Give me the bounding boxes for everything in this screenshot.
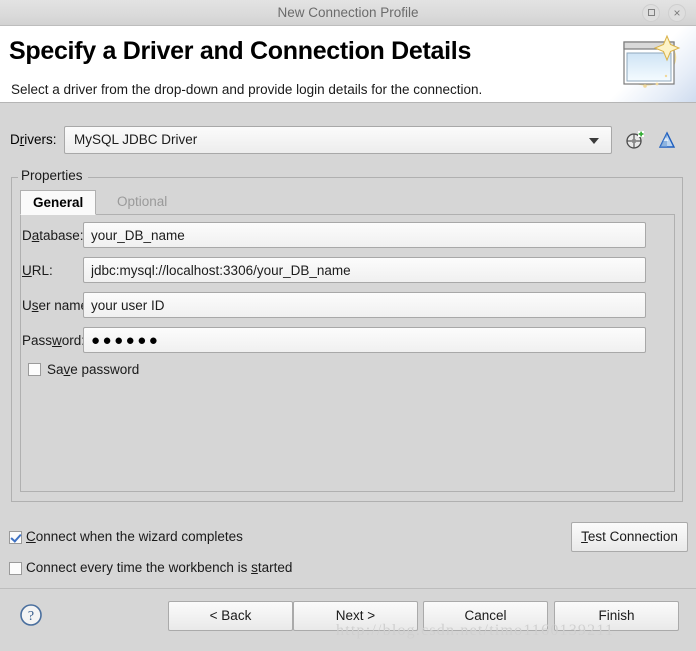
drivers-selected-value: MySQL JDBC Driver	[74, 132, 198, 147]
svg-text:?: ?	[28, 609, 34, 624]
finish-button-label: Finish	[598, 608, 635, 623]
window-title: New Connection Profile	[277, 5, 419, 20]
cancel-button[interactable]: Cancel	[423, 601, 548, 631]
page-title: Specify a Driver and Connection Details	[9, 37, 472, 65]
database-label: Database:	[22, 228, 84, 243]
chevron-down-icon	[589, 138, 599, 144]
password-input[interactable]: ●●●●●●	[83, 327, 646, 353]
tab-optional[interactable]: Optional	[105, 190, 179, 215]
username-input[interactable]	[83, 292, 646, 318]
tab-general[interactable]: General	[20, 190, 97, 215]
test-connection-label: Test Connection	[581, 529, 678, 544]
save-password-checkbox[interactable]	[28, 363, 41, 376]
url-label: URL:	[22, 263, 53, 278]
tab-general-label: General	[33, 195, 84, 210]
next-button[interactable]: Next >	[293, 601, 418, 631]
connect-on-startup-checkbox[interactable]	[9, 562, 22, 575]
connect-on-complete-label: Connect when the wizard completes	[26, 529, 243, 544]
tab-bar: General Optional	[20, 190, 675, 215]
drivers-dropdown[interactable]: MySQL JDBC Driver	[64, 126, 612, 154]
close-button[interactable]: ×	[668, 4, 686, 22]
maximize-icon	[647, 8, 655, 16]
close-icon: ×	[673, 6, 681, 20]
save-password-label: Save password	[47, 362, 140, 377]
wizard-header: Specify a Driver and Connection Details …	[0, 26, 696, 103]
new-connection-profile-dialog: New Connection Profile × Specify a Drive…	[0, 0, 696, 651]
back-button-label: < Back	[209, 608, 252, 623]
cancel-button-label: Cancel	[464, 608, 507, 623]
help-icon[interactable]: ?	[18, 602, 44, 628]
title-bar: New Connection Profile ×	[0, 0, 696, 26]
new-driver-icon[interactable]	[625, 130, 645, 150]
maximize-button[interactable]	[642, 4, 660, 22]
connect-on-startup-label: Connect every time the workbench is star…	[26, 560, 293, 575]
edit-driver-icon[interactable]	[657, 130, 677, 150]
tab-optional-label: Optional	[117, 194, 168, 209]
new-wizard-banner-icon	[610, 26, 696, 102]
properties-group-label: Properties	[19, 168, 85, 183]
test-connection-button[interactable]: Test Connection	[571, 522, 688, 552]
password-label: Password:	[22, 333, 86, 348]
password-masked-value: ●●●●●●	[91, 332, 161, 349]
back-button[interactable]: < Back	[168, 601, 293, 631]
url-input[interactable]	[83, 257, 646, 283]
page-subtitle: Select a driver from the drop-down and p…	[11, 82, 483, 97]
username-label: User name:	[22, 298, 92, 313]
database-input[interactable]	[83, 222, 646, 248]
next-button-label: Next >	[335, 608, 376, 623]
connect-on-complete-checkbox[interactable]	[9, 531, 22, 544]
drivers-label: Drivers:	[10, 132, 57, 147]
finish-button[interactable]: Finish	[554, 601, 679, 631]
